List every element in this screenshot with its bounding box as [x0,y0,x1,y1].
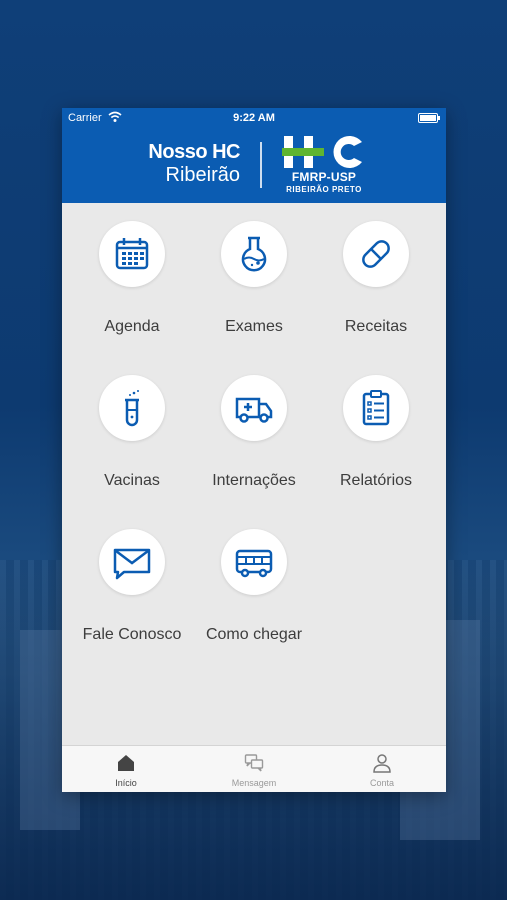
phone-screen: Carrier 9:22 AM Nosso HC Ribeirão FMRP-U… [62,108,446,792]
menu-label: Exames [225,318,283,335]
app-header: Carrier 9:22 AM Nosso HC Ribeirão FMRP-U… [62,108,446,203]
app-brand: Nosso HC Ribeirão [148,140,240,186]
menu-item-vacinas[interactable]: Vacinas [68,357,196,507]
menu-grid: Agenda Exames Receitas Vacinas Internaçõ… [62,203,446,743]
chat-icon [244,754,264,772]
menu-item-exames[interactable]: Exames [190,203,318,353]
menu-item-como-chegar[interactable]: Como chegar [190,511,318,661]
menu-label: Agenda [104,318,160,335]
envelope-icon [113,548,151,580]
menu-item-agenda[interactable]: Agenda [68,203,196,353]
bus-icon [235,549,273,578]
status-time: 9:22 AM [233,112,275,124]
flask-icon [241,236,267,272]
menu-label: Como chegar [205,626,303,643]
menu-icon-circle [221,375,287,441]
menu-icon-circle [99,221,165,287]
user-icon [373,754,391,773]
menu-item-relatorios[interactable]: Relatórios [312,357,440,507]
menu-icon-circle [221,221,287,287]
battery-icon [418,113,440,123]
tab-conta[interactable]: Conta [318,746,446,792]
menu-item-receitas[interactable]: Receitas [312,203,440,353]
menu-icon-circle [99,529,165,595]
menu-label: Fale Conosco [82,626,182,643]
hc-logo: FMRP-USP RIBEIRÃO PRETO [282,134,366,198]
home-icon [118,755,134,771]
menu-label: Vacinas [104,472,160,489]
header-divider [260,142,262,188]
ambulance-icon [235,397,273,423]
brand-title: Nosso HC [148,141,240,163]
tab-label: Início [115,778,137,788]
menu-icon-circle [99,375,165,441]
menu-icon-circle [221,529,287,595]
pill-icon [362,240,390,268]
calendar-icon [115,238,149,270]
menu-icon-circle [343,221,409,287]
menu-item-fale-conosco[interactable]: Fale Conosco [68,511,196,661]
status-bar: Carrier 9:22 AM [62,108,446,128]
menu-label: Internações [212,472,296,489]
tab-mensagem[interactable]: Mensagem [190,746,318,792]
hc-logo-mark [282,136,362,168]
tab-bar: Início Mensagem Conta [62,745,446,792]
tab-inicio[interactable]: Início [62,746,190,792]
menu-icon-circle [343,375,409,441]
tab-label: Conta [369,778,395,788]
clipboard-icon [362,390,390,426]
menu-label: Receitas [344,318,408,335]
menu-label: Relatórios [339,472,413,489]
tab-label: Mensagem [231,778,277,788]
brand-subtitle: Ribeirão [165,164,240,186]
logo-line2: RIBEIRÃO PRETO [286,185,362,194]
logo-line1: FMRP-USP [291,170,357,184]
menu-item-internacoes[interactable]: Internações [190,357,318,507]
test-tube-icon [125,390,139,427]
